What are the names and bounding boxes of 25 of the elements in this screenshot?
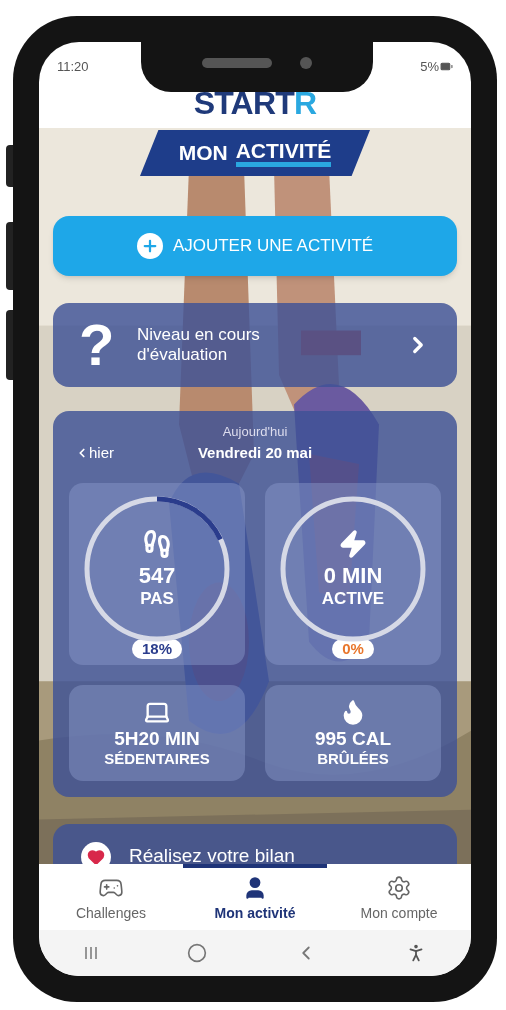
question-mark: ? <box>79 316 116 374</box>
total-unit: BRÛLÉES <box>317 750 389 768</box>
previous-day-link[interactable]: hier <box>75 441 114 465</box>
goal-value: 547 <box>138 563 176 589</box>
banner-text: MON <box>178 140 228 167</box>
battery-level: 5% <box>420 57 439 76</box>
total-value: 5H20 MIN <box>114 728 200 750</box>
goal-unit: ACTIVE <box>321 589 385 609</box>
day-caption: Aujourd'hui <box>222 423 288 441</box>
nav-tab[interactable]: Mon compte <box>327 864 471 930</box>
level-text: Niveau en cours d'évaluation <box>137 325 261 365</box>
nav-tab[interactable]: Challenges <box>39 864 183 930</box>
goal-value: 0 MIN <box>323 563 383 589</box>
goal-unit: PAS <box>140 589 174 609</box>
app-logo: STARTR <box>193 84 317 123</box>
banner-text-accent: ACTIVITÉ <box>235 139 332 167</box>
percent-badge: 18% <box>132 639 182 659</box>
assessment-card[interactable]: Réalisez votre bilan <box>53 824 457 864</box>
total-unit: SÉDENTAIRES <box>104 750 210 768</box>
assessment-text: Réalisez votre bilan <box>129 844 295 864</box>
percent-badge: 0% <box>332 639 374 659</box>
total-value: 995 CAL <box>315 728 391 750</box>
level-card[interactable]: ? Niveau en cours d'évaluation <box>53 303 457 387</box>
day-date: Vendredi 20 mai <box>197 442 313 463</box>
status-time: 11:20 <box>57 57 89 76</box>
